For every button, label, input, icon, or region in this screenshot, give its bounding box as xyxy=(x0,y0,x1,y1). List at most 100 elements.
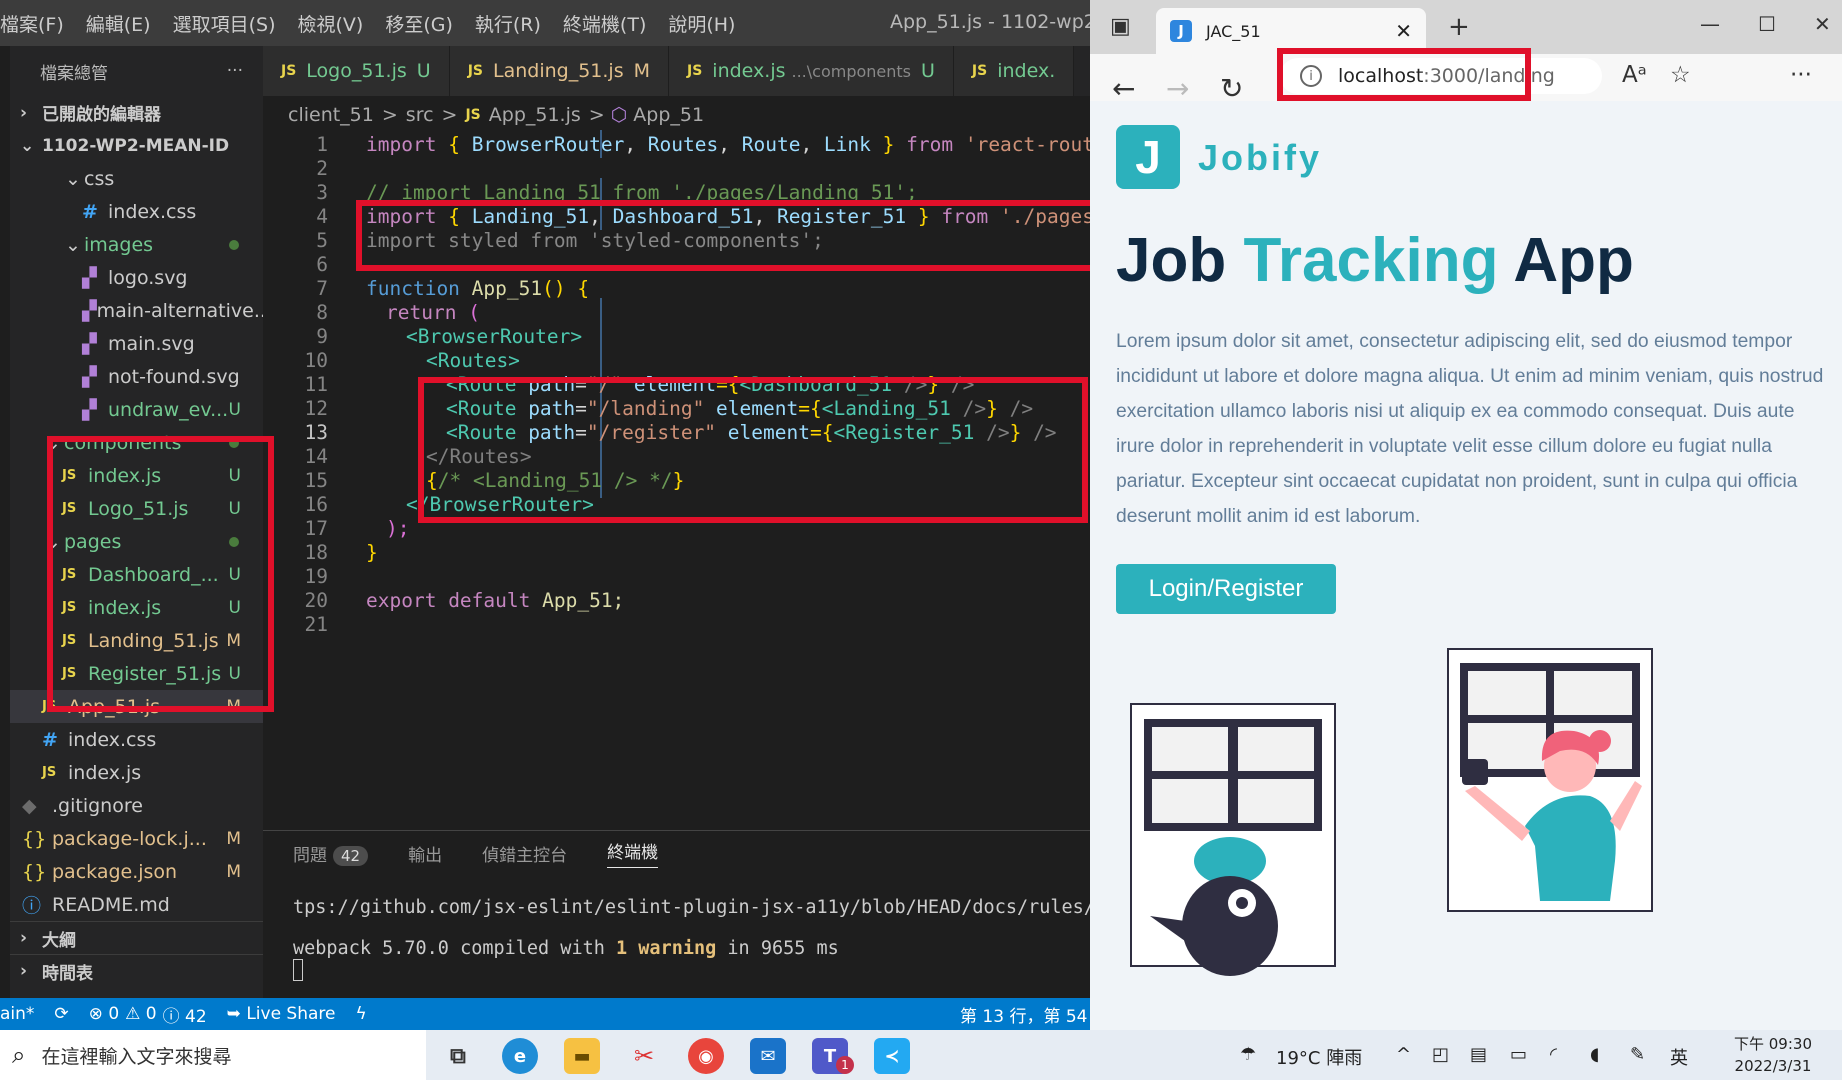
cursor-position[interactable]: 第 13 行，第 54 xyxy=(960,1002,1087,1027)
new-tab-icon[interactable]: + xyxy=(1448,12,1470,42)
terminal-line: webpack 5.70.0 compiled with 1 warning i… xyxy=(263,938,1090,959)
edge-icon[interactable]: e xyxy=(502,1038,538,1074)
tree-file[interactable]: JS Logo_51.js U xyxy=(10,492,263,525)
info-count[interactable]: ⓘ 42 xyxy=(163,1002,207,1027)
tree-file[interactable]: JS App_51.js M xyxy=(10,690,263,723)
minimize-icon[interactable]: — xyxy=(1700,12,1720,36)
menu-go[interactable]: 移至(G) xyxy=(374,10,464,37)
vscode-icon[interactable]: ≺ xyxy=(874,1038,910,1074)
camera-icon[interactable]: ◰ xyxy=(1432,1044,1449,1065)
browser-tab[interactable]: J JAC_51 ✕ xyxy=(1156,8,1426,54)
tab-logo51[interactable]: JS Logo_51.js U xyxy=(263,46,450,96)
close-window-icon[interactable]: ✕ xyxy=(1814,12,1831,36)
tab-status: U xyxy=(921,60,935,82)
tree-file[interactable]: ◆ .gitignore xyxy=(10,789,263,822)
teams-notification-badge: 1 xyxy=(836,1056,854,1074)
file-explorer-icon[interactable]: ▬ xyxy=(564,1038,600,1074)
snipping-tool-icon[interactable]: ✂ xyxy=(626,1038,662,1074)
crumb-src[interactable]: src xyxy=(406,104,434,126)
close-tab-icon[interactable]: ✕ xyxy=(1395,19,1412,43)
warnings-count[interactable]: ⚠ 0 xyxy=(125,1004,156,1024)
token: Route xyxy=(741,132,801,156)
wifi-icon[interactable]: ◜ xyxy=(1550,1044,1557,1065)
menu-view[interactable]: 檢視(V) xyxy=(287,10,375,37)
token: <Route xyxy=(446,396,517,420)
tree-file[interactable]: JS Dashboard_... U xyxy=(10,558,263,591)
tab-terminal[interactable]: 終端機 xyxy=(607,838,659,868)
tree-file[interactable]: JS Register_51.js U xyxy=(10,657,263,690)
tab-debug-console[interactable]: 偵錯主控台 xyxy=(482,841,567,866)
menu-terminal[interactable]: 終端機(T) xyxy=(552,10,657,37)
add-favorite-icon[interactable]: ☆ xyxy=(1670,62,1691,88)
mail-icon[interactable]: ✉ xyxy=(750,1038,786,1074)
tree-file[interactable]: # index.css xyxy=(10,723,263,756)
tree-folder[interactable]: ⌄ css xyxy=(10,162,263,195)
tree-folder[interactable]: ⌄ pages xyxy=(10,525,263,558)
menu-help[interactable]: 說明(H) xyxy=(657,10,746,37)
tab-index-components[interactable]: JS index.js ...\components U xyxy=(669,46,954,96)
git-status-badge: M xyxy=(226,630,241,651)
weather-icon[interactable]: ☂ xyxy=(1240,1044,1256,1065)
outline-section[interactable]: › 大綱 xyxy=(10,921,263,954)
tab-index-pages[interactable]: JS index. xyxy=(953,46,1075,96)
menu-file[interactable]: 檔案(F) xyxy=(0,10,75,37)
code-editor[interactable]: 1 import { BrowserRouter, Routes, Route, … xyxy=(263,130,1090,830)
open-editors-section[interactable]: › 已開啟的編輯器 xyxy=(10,96,263,129)
tree-file[interactable]: ▞ not-found.svg xyxy=(10,360,263,393)
tree-folder[interactable]: ⌄ components xyxy=(10,426,263,459)
tree-file[interactable]: {} package-lock.j... M xyxy=(10,822,263,855)
display-icon[interactable]: ▤ xyxy=(1470,1044,1487,1065)
git-branch[interactable]: ain* xyxy=(0,1004,34,1024)
tab-output[interactable]: 輸出 xyxy=(408,841,442,866)
sync-icon[interactable]: ⟳ xyxy=(54,1004,68,1024)
tree-item-label: main.svg xyxy=(108,332,195,355)
tab-landing51[interactable]: JS Landing_51.js M xyxy=(449,46,669,96)
battery-icon[interactable]: ▭ xyxy=(1510,1044,1527,1065)
terminal-prompt[interactable] xyxy=(263,959,1090,981)
input-method-indicator[interactable]: 英 xyxy=(1670,1044,1688,1070)
project-section[interactable]: ⌄ 1102-WP2-MEAN-ID xyxy=(10,129,263,162)
tree-file[interactable]: ▞ main-alternative... xyxy=(10,294,263,327)
tree-file[interactable]: ▞ logo.svg xyxy=(10,261,263,294)
maximize-icon[interactable]: ☐ xyxy=(1758,12,1776,36)
tab-actions-icon[interactable]: ▣ xyxy=(1110,14,1131,39)
tree-file[interactable]: JS index.js U xyxy=(10,591,263,624)
tree-file[interactable]: {} package.json M xyxy=(10,855,263,888)
tree-file[interactable]: # index.css xyxy=(10,195,263,228)
bottom-panel: 問題 42 輸出 偵錯主控台 終端機 tps://github.com/jsx-e… xyxy=(263,830,1106,998)
tree-file[interactable]: ▞ undraw_ev... U xyxy=(10,393,263,426)
timeline-section[interactable]: › 時間表 xyxy=(10,954,263,987)
crumb-symbol[interactable]: App_51 xyxy=(633,104,704,126)
menu-run[interactable]: 執行(R) xyxy=(464,10,552,37)
more-actions-icon[interactable]: ··· xyxy=(227,61,243,81)
crumb-client[interactable]: client_51 xyxy=(288,104,374,126)
clock[interactable]: 下午 09:30 2022/3/31 xyxy=(1734,1033,1812,1077)
crumb-file[interactable]: App_51.js xyxy=(489,104,581,126)
tree-file[interactable]: ⓘ README.md xyxy=(10,888,263,921)
read-aloud-icon[interactable]: Aᵃ xyxy=(1622,62,1647,88)
menu-edit[interactable]: 編輯(E) xyxy=(75,10,162,37)
show-hidden-icons-icon[interactable]: ^ xyxy=(1396,1044,1411,1065)
pen-icon[interactable]: ✎ xyxy=(1630,1044,1645,1065)
site-info-icon[interactable]: i xyxy=(1300,65,1322,87)
bolt-icon[interactable]: ϟ xyxy=(356,1004,367,1024)
menu-selection[interactable]: 選取項目(S) xyxy=(162,10,287,37)
chrome-icon[interactable]: ◉ xyxy=(688,1038,724,1074)
settings-more-icon[interactable]: ··· xyxy=(1790,62,1812,88)
login-register-button[interactable]: Login/Register xyxy=(1116,564,1336,614)
code-text: <Routes> xyxy=(426,348,520,372)
tree-file[interactable]: JS index.js U xyxy=(10,459,263,492)
live-share-button[interactable]: ➥ Live Share xyxy=(227,1004,336,1024)
tab-problems[interactable]: 問題 42 xyxy=(293,841,369,866)
tree-file[interactable]: JS index.js xyxy=(10,756,263,789)
tree-file[interactable]: ▞ main.svg xyxy=(10,327,263,360)
weather-text[interactable]: 19°C 陣雨 xyxy=(1276,1044,1362,1070)
task-view-icon[interactable]: ⧉ xyxy=(440,1038,476,1074)
tree-file[interactable]: JS Landing_51.js M xyxy=(10,624,263,657)
taskbar-search[interactable]: ⌕ 在這裡輸入文字來搜尋 xyxy=(0,1030,426,1080)
tree-item-label: main-alternative... xyxy=(96,299,263,322)
address-bar[interactable]: i localhost:3000/landing xyxy=(1280,58,1602,94)
tree-folder[interactable]: ⌄ images xyxy=(10,228,263,261)
errors-count[interactable]: ⊗ 0 xyxy=(89,1004,119,1024)
volume-icon[interactable]: ◖ xyxy=(1590,1044,1599,1065)
